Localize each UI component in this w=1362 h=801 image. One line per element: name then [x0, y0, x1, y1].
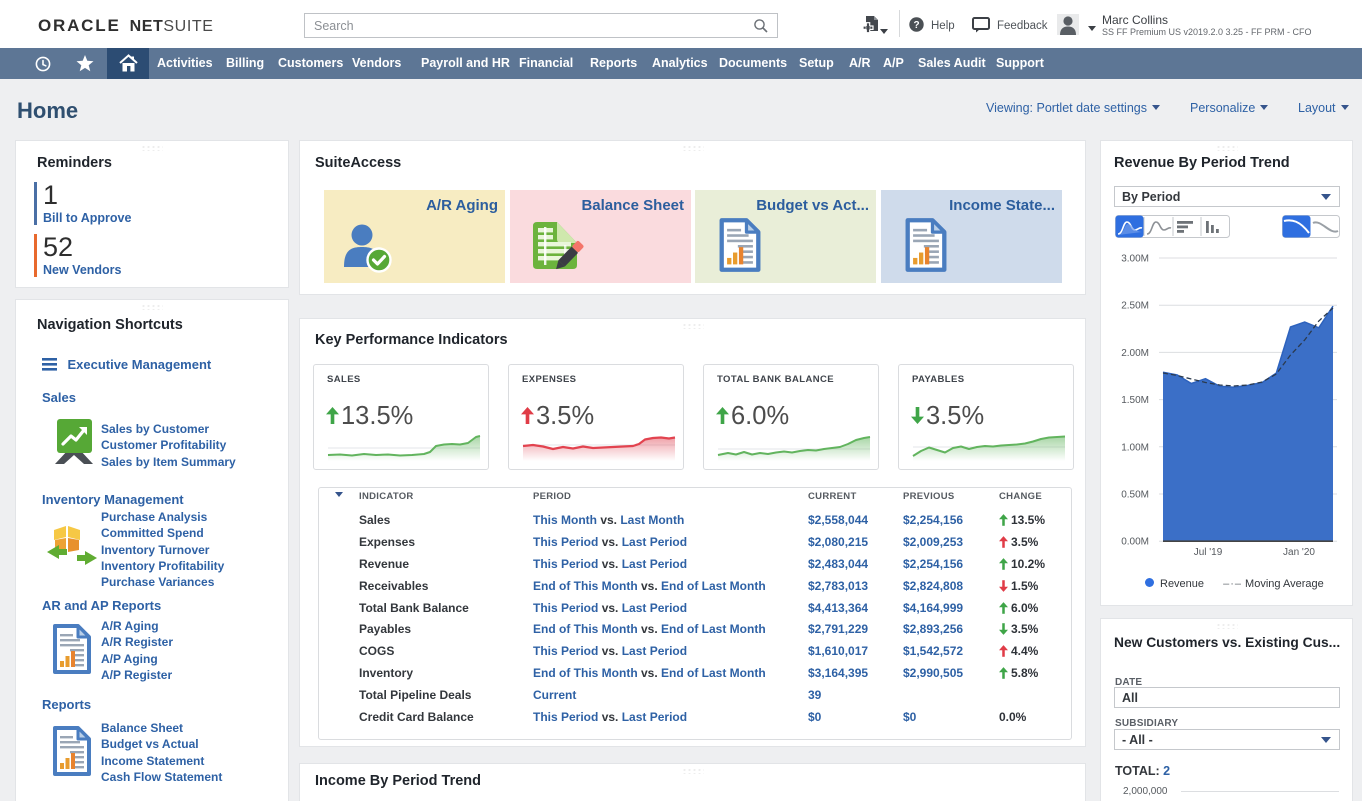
svg-text:Jul '19: Jul '19 — [1194, 547, 1223, 558]
svg-text:0.00M: 0.00M — [1121, 537, 1149, 548]
svg-text:1.50M: 1.50M — [1121, 395, 1149, 406]
svg-text:3.00M: 3.00M — [1121, 254, 1149, 265]
svg-text:0.50M: 0.50M — [1121, 490, 1149, 501]
svg-text:?: ? — [913, 20, 919, 31]
svg-text:2.00M: 2.00M — [1121, 348, 1149, 359]
svg-text:Jan '20: Jan '20 — [1283, 547, 1315, 558]
svg-text:2.50M: 2.50M — [1121, 301, 1149, 312]
svg-text:1.00M: 1.00M — [1121, 442, 1149, 453]
